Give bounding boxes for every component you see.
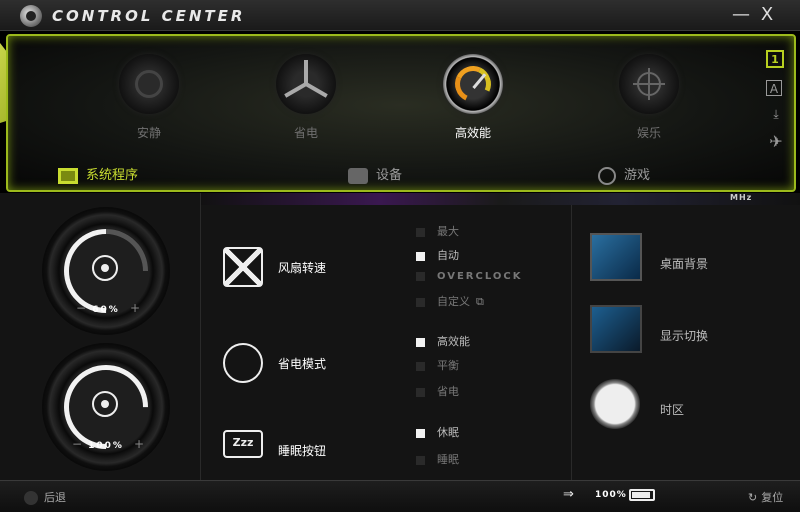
back-button[interactable]: 后退 bbox=[24, 489, 66, 505]
status-bar: 后退 ⇒ 100% ↻ 复位 bbox=[0, 480, 800, 512]
download-icon[interactable]: ⤓ bbox=[766, 106, 786, 124]
tab-devices[interactable]: 设备 bbox=[348, 164, 402, 184]
dial-panel: − + 60% − + 100% bbox=[0, 193, 201, 480]
fan-option-overclock[interactable]: OVERCLOCK bbox=[416, 271, 522, 282]
control-center-window: CONTROL CENTER — X 安静 省电 高效能 娱乐 1 A ⤓ ✈ … bbox=[0, 0, 800, 512]
windows-desktop-icon bbox=[590, 233, 642, 281]
app-title: CONTROL CENTER bbox=[52, 7, 246, 25]
gauge-icon bbox=[443, 54, 503, 114]
crosshair-icon bbox=[619, 54, 679, 114]
minimize-button[interactable]: — bbox=[730, 4, 752, 26]
mhz-label: MHz bbox=[730, 193, 753, 202]
checkbox[interactable] bbox=[416, 251, 425, 261]
decorative-strip bbox=[200, 193, 800, 205]
profile-a-button[interactable]: A bbox=[766, 80, 782, 96]
mode-label: 娱乐 bbox=[636, 126, 661, 140]
volume-knob-icon bbox=[92, 255, 118, 281]
brightness-icon bbox=[92, 391, 118, 417]
category-tabs: 系统程序 设备 游戏 bbox=[38, 162, 778, 190]
checkbox[interactable] bbox=[416, 227, 425, 237]
power-option-balanced[interactable]: 平衡 bbox=[416, 357, 459, 373]
brightness-dial[interactable]: − + 100% bbox=[42, 343, 170, 471]
checkbox[interactable] bbox=[416, 455, 425, 465]
reset-button[interactable]: ↻ 复位 bbox=[748, 489, 783, 505]
speaker-icon bbox=[119, 54, 179, 114]
mode-label: 省电 bbox=[293, 126, 318, 140]
mode-label: 高效能 bbox=[454, 126, 491, 140]
logo-icon bbox=[20, 5, 42, 27]
fan-speed-label: 风扇转速 bbox=[278, 261, 327, 275]
external-link-icon[interactable]: ⧉ bbox=[476, 295, 484, 308]
steering-wheel-icon bbox=[598, 166, 616, 185]
fan-icon bbox=[276, 54, 336, 114]
battery-percent: 100% bbox=[595, 490, 627, 500]
sleep-button-label: 睡眠按钮 bbox=[278, 444, 327, 458]
mode-entertainment[interactable]: 娱乐 bbox=[604, 54, 694, 141]
close-button[interactable]: X bbox=[756, 4, 778, 26]
sleep-option-sleep[interactable]: 睡眠 bbox=[416, 451, 459, 467]
checkbox[interactable] bbox=[416, 297, 425, 307]
title-bar: CONTROL CENTER — X bbox=[0, 0, 800, 31]
volume-value: 60% bbox=[92, 305, 120, 315]
power-option-high-performance[interactable]: 高效能 bbox=[416, 333, 470, 349]
monitor-icon bbox=[58, 167, 78, 184]
mode-frame: 安静 省电 高效能 娱乐 1 A ⤓ ✈ 系统程序 设备 游戏 bbox=[6, 34, 796, 192]
sleep-option-hibernate[interactable]: 休眠 bbox=[416, 424, 459, 440]
checkbox[interactable] bbox=[416, 387, 425, 397]
plug-icon bbox=[348, 167, 368, 184]
checkbox[interactable] bbox=[416, 271, 425, 281]
profile-1-button[interactable]: 1 bbox=[766, 50, 784, 68]
clock-icon bbox=[590, 379, 640, 429]
mode-high-performance[interactable]: 高效能 bbox=[428, 54, 518, 141]
volume-dial[interactable]: − + 60% bbox=[42, 207, 170, 335]
sleep-icon: Zzz bbox=[223, 430, 263, 458]
mode-power-saving[interactable]: 省电 bbox=[261, 54, 351, 141]
display-panel: 桌面背景 显示切换 时区 bbox=[572, 205, 800, 480]
power-mode-panel: 安静 省电 高效能 娱乐 1 A ⤓ ✈ 系统程序 设备 游戏 bbox=[0, 31, 800, 193]
settings-panel: 风扇转速 省电模式 Zzz 睡眠按钮 最大 自动 OVERCLOCK 自定义 ⧉ … bbox=[201, 205, 572, 480]
fan-option-max[interactable]: 最大 bbox=[416, 223, 459, 239]
desktop-background-label: 桌面背景 bbox=[660, 257, 709, 271]
timezone-label: 时区 bbox=[660, 403, 685, 417]
power-option-power-saving[interactable]: 省电 bbox=[416, 383, 459, 399]
mode-quiet[interactable]: 安静 bbox=[104, 54, 194, 141]
display-switch-label: 显示切换 bbox=[660, 329, 709, 343]
fan-option-auto[interactable]: 自动 bbox=[416, 247, 459, 263]
tab-system-programs[interactable]: 系统程序 bbox=[58, 164, 138, 184]
checkbox[interactable] bbox=[416, 428, 425, 438]
power-saving-icon bbox=[223, 343, 263, 383]
display-switch-icon bbox=[590, 305, 642, 353]
refresh-icon: ↻ bbox=[748, 491, 758, 504]
brightness-value: 100% bbox=[88, 441, 124, 451]
tab-games[interactable]: 游戏 bbox=[598, 164, 650, 185]
checkbox[interactable] bbox=[416, 361, 425, 371]
fan-option-custom[interactable]: 自定义 ⧉ bbox=[416, 293, 484, 309]
back-icon bbox=[24, 491, 38, 505]
mode-label: 安静 bbox=[136, 126, 161, 140]
airplane-icon[interactable]: ✈ bbox=[766, 134, 786, 152]
checkbox[interactable] bbox=[416, 337, 425, 347]
fan-icon bbox=[223, 247, 263, 287]
ac-power-icon: ⇒ bbox=[563, 487, 574, 502]
power-mode-label: 省电模式 bbox=[278, 357, 327, 371]
battery-icon bbox=[629, 489, 655, 501]
